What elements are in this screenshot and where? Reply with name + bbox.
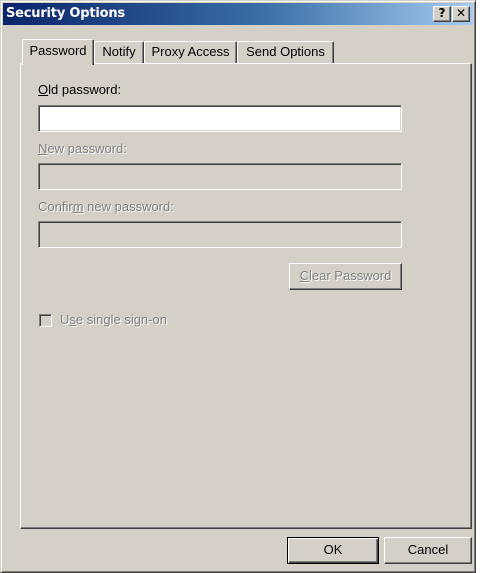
tab-label: Password [29, 43, 87, 58]
close-icon: ✕ [455, 6, 467, 20]
ok-button[interactable]: OK [287, 537, 379, 564]
cancel-label: Cancel [407, 542, 449, 557]
cancel-button[interactable]: Cancel [384, 537, 472, 564]
title-bar[interactable]: Security Options ? ✕ [3, 3, 473, 25]
tab-proxy-access[interactable]: Proxy Access [144, 41, 237, 63]
clear-password-button[interactable]: Clear Password [289, 263, 402, 290]
window-title: Security Options [6, 6, 125, 21]
security-options-dialog: Security Options ? ✕ Password Notify Pro… [0, 0, 476, 573]
new-password-field[interactable] [38, 163, 402, 190]
tab-label: Send Options [246, 44, 325, 59]
old-password-field[interactable] [38, 105, 402, 132]
help-button[interactable]: ? [433, 6, 451, 22]
old-password-label: Old password: [38, 82, 122, 97]
new-password-label: New password: [38, 141, 127, 156]
tab-send-options[interactable]: Send Options [237, 41, 334, 63]
confirm-password-label: Confirm new password: [38, 199, 174, 214]
single-sign-on-label: Use single sign-on [60, 312, 167, 327]
tab-panel-password [20, 63, 472, 529]
tab-notify[interactable]: Notify [94, 41, 144, 63]
ok-label: OK [323, 542, 343, 557]
tab-label: Notify [102, 44, 136, 59]
single-sign-on-checkbox[interactable] [39, 314, 52, 327]
tab-label: Proxy Access [151, 44, 230, 59]
help-icon: ? [438, 6, 446, 20]
close-button[interactable]: ✕ [452, 6, 470, 22]
confirm-password-field[interactable] [38, 221, 402, 248]
tab-password[interactable]: Password [22, 39, 94, 65]
